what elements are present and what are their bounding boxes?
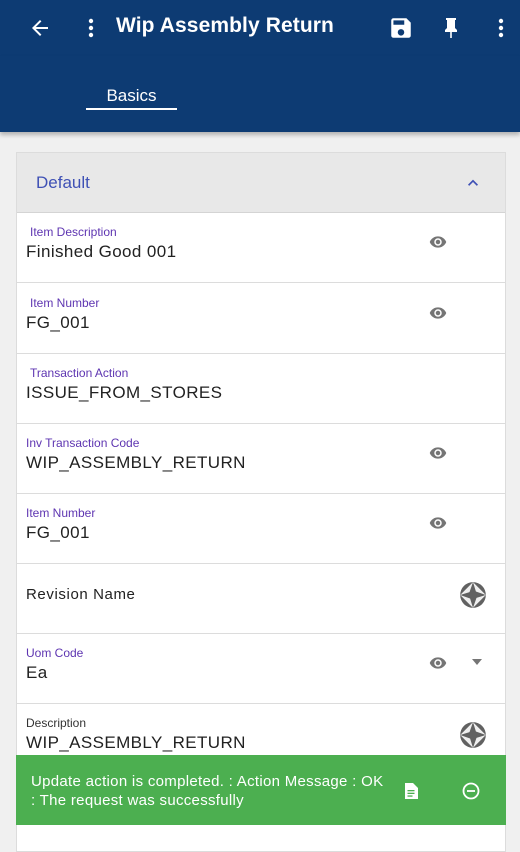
field-value: Finished Good 001 [26,242,177,261]
field-item-description[interactable]: Item Description Finished Good 001 [17,213,505,283]
more-vert-icon[interactable] [483,10,519,46]
field-label: Transaction Action [30,366,129,380]
field-inv-transaction-code[interactable]: Inv Transaction Code WIP_ASSEMBLY_RETURN [17,424,505,494]
field-label: Revision Name [26,586,136,603]
dropdown-arrow-icon[interactable] [472,659,482,665]
section-title: Default [36,173,90,192]
form-card: Default Item Description Finished Good 0… [16,152,506,852]
app-bar: Wip Assembly Return [0,0,520,56]
tab-bar [0,56,520,132]
field-transaction-action[interactable]: Transaction Action ISSUE_FROM_STORES [17,354,505,424]
field-label: Item Number [30,296,100,310]
save-icon[interactable] [383,10,419,46]
eye-icon[interactable] [427,654,449,672]
field-value: FG_001 [26,313,90,332]
eye-icon[interactable] [427,304,449,322]
back-arrow-icon[interactable] [22,10,58,46]
field-value: ISSUE_FROM_STORES [26,383,223,402]
field-label: Description [26,716,87,730]
aperture-icon[interactable] [459,721,487,749]
field-item-number-2[interactable]: Item Number FG_001 [17,494,505,564]
field-label: Item Number [26,506,96,520]
field-item-number[interactable]: Item Number FG_001 [17,284,505,354]
page-title: Wip Assembly Return [116,14,334,37]
field-label: Inv Transaction Code [26,436,140,450]
aperture-icon[interactable] [459,581,487,609]
field-value: WIP_ASSEMBLY_RETURN [26,453,246,472]
chevron-up-icon[interactable] [463,173,483,193]
section-header-default[interactable]: Default [17,153,505,213]
field-label: Item Description [30,225,117,239]
tab-indicator [86,108,177,110]
more-vert-icon[interactable] [73,10,109,46]
field-value: Ea [26,663,48,682]
field-value: FG_001 [26,523,90,542]
field-revision-name[interactable]: Revision Name [17,564,505,634]
document-icon[interactable] [404,783,418,799]
tab-basics[interactable]: Basics [86,86,177,106]
field-uom-code[interactable]: Uom Code Ea [17,634,505,704]
pin-icon[interactable] [433,10,469,46]
status-toast: Update action is completed. : Action Mes… [16,755,506,825]
eye-icon[interactable] [427,444,449,462]
close-circle-icon[interactable] [462,782,480,800]
eye-icon[interactable] [427,514,449,532]
field-value: WIP_ASSEMBLY_RETURN [26,733,246,752]
field-label: Uom Code [26,646,84,660]
toast-message: Update action is completed. : Action Mes… [31,773,384,809]
eye-icon[interactable] [427,233,449,251]
